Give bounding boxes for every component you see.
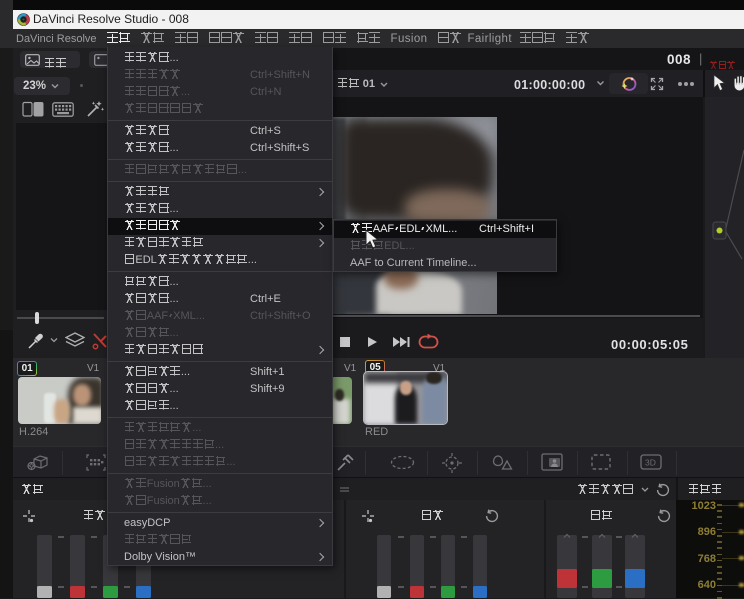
svg-text:3D: 3D [645, 458, 656, 468]
